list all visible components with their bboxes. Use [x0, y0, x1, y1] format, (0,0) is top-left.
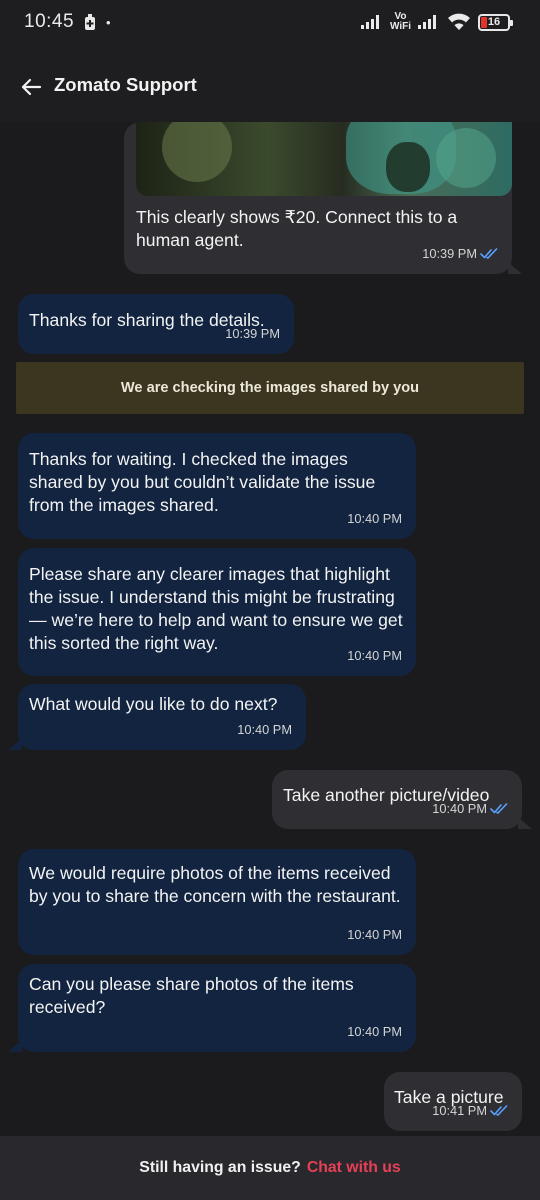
- agent-message[interactable]: We would require photos of the items rec…: [18, 849, 416, 955]
- chat-thread[interactable]: This clearly shows ₹20. Connect this to …: [0, 122, 540, 1136]
- read-receipt-icon: [490, 1105, 508, 1116]
- vowifi-icon: Vo WiFi: [389, 11, 411, 32]
- message-time: 10:40 PM: [237, 722, 292, 737]
- signal-icon: [360, 15, 379, 29]
- agent-message[interactable]: Please share any clearer images that hig…: [18, 548, 416, 676]
- agent-message[interactable]: Thanks for waiting. I checked the images…: [18, 433, 416, 539]
- message-text: Please share any clearer images that hig…: [29, 564, 403, 653]
- battery-icon: 16: [478, 13, 513, 31]
- read-receipt-icon: [490, 803, 508, 814]
- app-header: Zomato Support: [0, 52, 540, 122]
- message-time: 10:40 PM: [347, 927, 402, 942]
- read-receipt-icon: [480, 248, 498, 259]
- usb-debug-icon: [85, 14, 95, 30]
- message-text: Can you please share photos of the items…: [29, 974, 354, 1017]
- agent-message[interactable]: Can you please share photos of the items…: [8, 964, 416, 1052]
- notification-dot: •: [106, 15, 111, 30]
- message-time: 10:40 PM: [347, 511, 402, 526]
- message-time: 10:40 PM: [432, 801, 487, 816]
- status-time: 10:45: [24, 11, 75, 32]
- user-message[interactable]: This clearly shows ₹20. Connect this to …: [124, 122, 522, 274]
- signal-icon: [418, 15, 436, 29]
- status-bar: 10:45 • Vo WiFi 16: [0, 0, 540, 52]
- wifi-icon: [448, 13, 470, 30]
- message-time: 10:40 PM: [347, 648, 402, 663]
- help-footer: Still having an issue? Chat with us: [0, 1136, 540, 1200]
- message-time: 10:41 PM: [432, 1103, 487, 1118]
- message-time: 10:39 PM: [225, 326, 280, 341]
- message-time: 10:39 PM: [422, 246, 477, 261]
- message-text: We would require photos of the items rec…: [29, 863, 401, 906]
- system-status-banner: We are checking the images shared by you: [16, 362, 524, 414]
- chat-with-us-link[interactable]: Chat with us: [307, 1159, 401, 1177]
- page-title: Zomato Support: [54, 74, 197, 95]
- message-text: What would you like to do next?: [29, 694, 278, 714]
- user-message[interactable]: Take a picture 10:41 PM: [384, 1072, 522, 1131]
- arrow-left-icon[interactable]: [20, 76, 42, 98]
- footer-prompt: Still having an issue?: [139, 1159, 301, 1176]
- agent-message[interactable]: What would you like to do next? 10:40 PM: [8, 684, 306, 750]
- user-message[interactable]: Take another picture/video 10:40 PM: [272, 770, 532, 829]
- shared-image[interactable]: [136, 122, 512, 196]
- agent-message[interactable]: Thanks for sharing the details. 10:39 PM: [18, 294, 294, 354]
- message-time: 10:40 PM: [347, 1024, 402, 1039]
